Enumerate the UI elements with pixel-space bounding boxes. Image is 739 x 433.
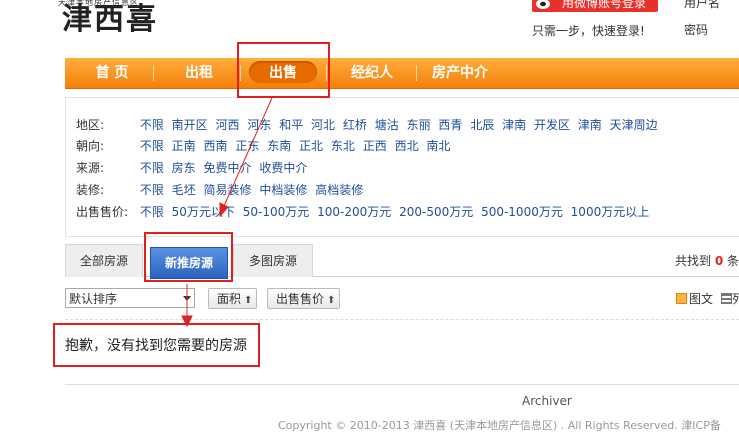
annotation-arrow-line [223,97,273,207]
annotation-arrows [181,97,273,328]
annotation-arrowhead [181,315,193,328]
annotation-arrowhead [219,202,229,218]
